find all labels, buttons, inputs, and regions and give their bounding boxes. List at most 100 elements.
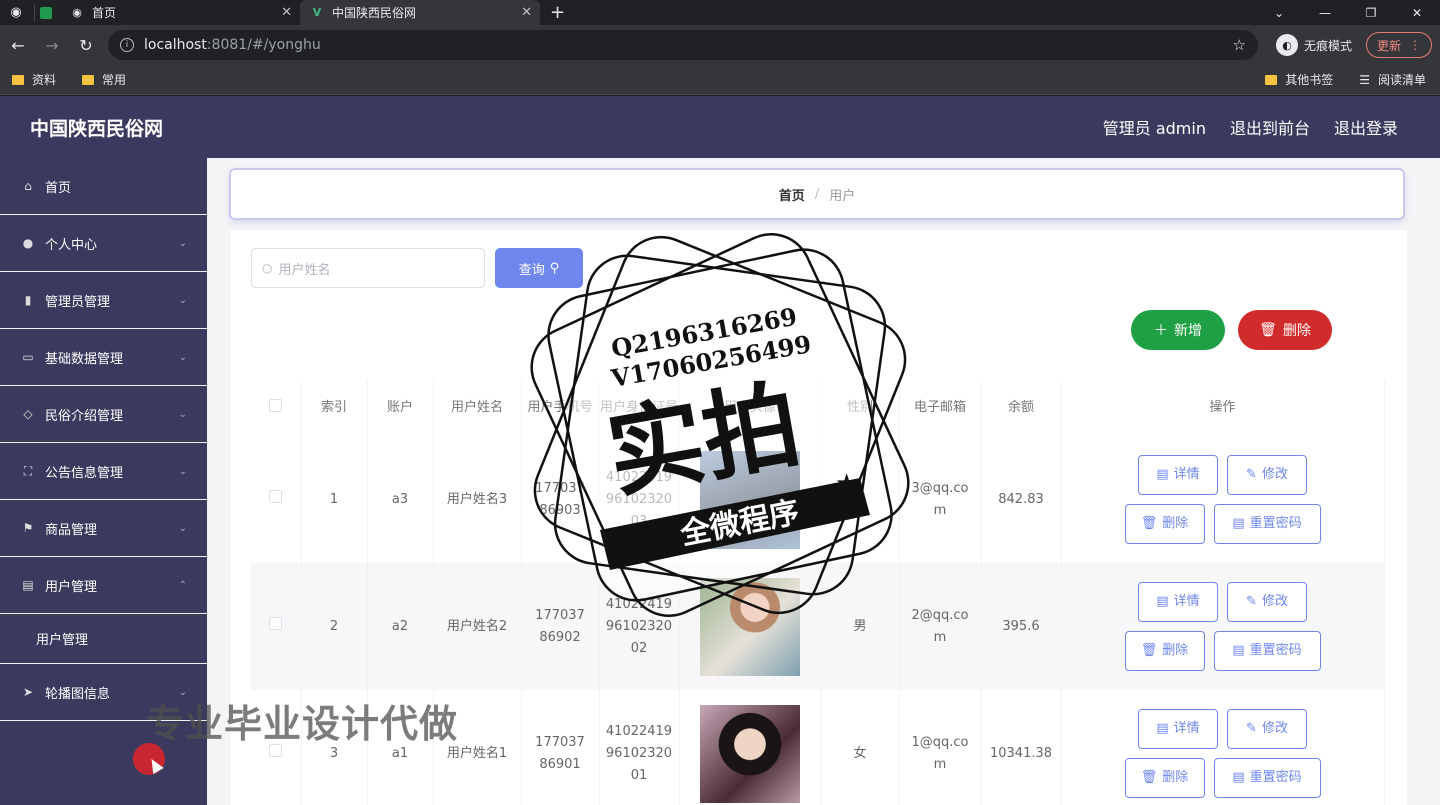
sidebar-item-carousel[interactable]: ➤ 轮播图信息 ⌄ bbox=[0, 664, 207, 721]
globe-icon[interactable]: ◉ bbox=[6, 3, 26, 23]
sidebar-item-users[interactable]: ▤ 用户管理 ⌃ bbox=[0, 557, 207, 614]
row-checkbox[interactable] bbox=[251, 436, 302, 563]
user-table: 索引 账户 用户姓名 用户手机号 用户身份证号 用户头像 性别 电子邮箱 余额 … bbox=[251, 380, 1385, 805]
document-icon: ▤ bbox=[1232, 770, 1245, 785]
sheets-icon bbox=[39, 6, 52, 19]
sidebar-item-notices[interactable]: ⛶ 公告信息管理 ⌄ bbox=[0, 443, 207, 500]
reset-label: 重置密码 bbox=[1249, 770, 1302, 785]
back-to-front-link[interactable]: 退出到前台 bbox=[1230, 115, 1310, 139]
cell-account: a1 bbox=[367, 690, 434, 805]
sidebar-item-label: 公告信息管理 bbox=[45, 465, 124, 481]
sidebar-item-home[interactable]: ⌂ 首页 bbox=[0, 158, 207, 215]
tab-title: 首页 bbox=[92, 6, 117, 20]
column-header: 账户 bbox=[367, 380, 434, 436]
edit-button[interactable]: ✎ 修改 bbox=[1227, 582, 1307, 622]
sidebar-item-goods[interactable]: ⚑ 商品管理 ⌄ bbox=[0, 500, 207, 557]
row-delete-button[interactable]: 🗑 删除 bbox=[1124, 631, 1205, 671]
bookmark-folder-other[interactable]: 其他书签 bbox=[1265, 71, 1333, 88]
row-checkbox[interactable] bbox=[251, 690, 302, 805]
app-title: 中国陕西民俗网 bbox=[30, 117, 164, 140]
batch-delete-button[interactable]: 🗑 删除 bbox=[1238, 310, 1332, 350]
document-icon: ▤ bbox=[1156, 467, 1169, 482]
incognito-indicator[interactable]: ◐ 无痕模式 bbox=[1276, 34, 1352, 56]
detail-button[interactable]: ▤ 详情 bbox=[1138, 582, 1218, 622]
update-button[interactable]: 更新 ⋮ bbox=[1366, 32, 1433, 58]
cell-idcard: 410224199610232002 bbox=[599, 563, 680, 690]
cell-balance: 842.83 bbox=[981, 436, 1062, 563]
cell-idcard: 410224199610232001 bbox=[599, 690, 680, 805]
edit-button[interactable]: ✎ 修改 bbox=[1227, 455, 1307, 495]
chevron-down-icon: ⌄ bbox=[178, 465, 187, 477]
chevron-down-icon[interactable]: ⌄ bbox=[1256, 0, 1302, 25]
detail-button[interactable]: ▤ 详情 bbox=[1138, 709, 1218, 749]
column-header: 用户姓名 bbox=[433, 380, 522, 436]
info-icon[interactable]: i bbox=[120, 38, 134, 52]
column-header: 用户头像 bbox=[679, 380, 822, 436]
cell-index: 2 bbox=[301, 563, 368, 690]
column-header: 用户手机号 bbox=[521, 380, 600, 436]
query-button[interactable]: 查询 ⚲ bbox=[495, 248, 583, 288]
sidebar-item-folk-intro[interactable]: ◇ 民俗介绍管理 ⌄ bbox=[0, 386, 207, 443]
breadcrumb-separator: / bbox=[814, 186, 820, 202]
column-header: 余额 bbox=[981, 380, 1062, 436]
detail-button[interactable]: ▤ 详情 bbox=[1138, 455, 1218, 495]
chevron-down-icon: ⌄ bbox=[178, 294, 187, 306]
chevron-up-icon: ⌃ bbox=[178, 579, 187, 591]
avatar bbox=[700, 450, 800, 549]
row-checkbox[interactable] bbox=[251, 563, 302, 690]
select-all-checkbox[interactable] bbox=[251, 380, 302, 436]
trash-icon: 🗑 bbox=[1259, 322, 1277, 338]
column-header: 操作 bbox=[1061, 380, 1385, 436]
close-icon[interactable]: ✕ bbox=[281, 5, 292, 20]
row-delete-button[interactable]: 🗑 删除 bbox=[1124, 504, 1205, 544]
bookmark-folder[interactable]: 常用 bbox=[82, 71, 126, 88]
bookmark-folder[interactable]: 资料 bbox=[12, 71, 56, 88]
star-icon[interactable]: ☆ bbox=[1233, 36, 1246, 54]
back-button[interactable]: ← bbox=[2, 36, 34, 55]
cell-balance: 10341.38 bbox=[981, 690, 1062, 805]
forward-button[interactable]: → bbox=[36, 36, 68, 55]
incognito-icon: ◐ bbox=[1276, 34, 1298, 56]
sidebar-item-label: 基础数据管理 bbox=[45, 351, 124, 367]
sidebar-item-admins[interactable]: ▮ 管理员管理 ⌄ bbox=[0, 272, 207, 329]
sidebar: ⌂ 首页 ● 个人中心 ⌄ ▮ 管理员管理 ⌄ ▭ 基础数据管理 ⌄ ◇ 民俗介绍管理 ⌄ ⛶ 公告… bbox=[0, 158, 207, 805]
table-row: 1 a3 用户姓名3 17703786903 41022419961023200… bbox=[251, 436, 1385, 563]
new-tab-button[interactable]: + bbox=[550, 2, 565, 23]
chevron-down-icon: ⌄ bbox=[178, 408, 187, 420]
add-button[interactable]: ＋ 新增 bbox=[1131, 310, 1225, 350]
close-window-button[interactable]: ✕ bbox=[1394, 0, 1440, 25]
edit-label: 修改 bbox=[1261, 467, 1288, 482]
cell-avatar bbox=[679, 690, 822, 805]
cell-gender: 女 bbox=[821, 690, 900, 805]
delete-label: 删除 bbox=[1162, 516, 1189, 531]
column-header: 索引 bbox=[301, 380, 368, 436]
reset-password-button[interactable]: ▤ 重置密码 bbox=[1213, 758, 1321, 798]
reading-list[interactable]: ☰ 阅读清单 bbox=[1359, 71, 1426, 88]
url-input[interactable]: i localhost:8081/#/yonghu ☆ bbox=[108, 30, 1258, 60]
reset-password-button[interactable]: ▤ 重置密码 bbox=[1213, 631, 1321, 671]
minimize-button[interactable]: — bbox=[1302, 0, 1348, 25]
browser-tab-active[interactable]: V 中国陕西民俗网 ✕ bbox=[300, 0, 540, 25]
edit-button[interactable]: ✎ 修改 bbox=[1227, 709, 1307, 749]
cell-gender: 男 bbox=[821, 563, 900, 690]
breadcrumb-home[interactable]: 首页 bbox=[779, 185, 805, 204]
send-icon: ➤ bbox=[22, 685, 34, 699]
browser-tab-home[interactable]: ◉ 首页 ✕ bbox=[60, 0, 300, 25]
reload-button[interactable]: ↻ bbox=[70, 36, 102, 55]
column-header: 电子邮箱 bbox=[899, 380, 982, 436]
reset-password-button[interactable]: ▤ 重置密码 bbox=[1213, 504, 1321, 544]
search-input[interactable]: ○ 用户姓名 bbox=[251, 248, 485, 288]
sidebar-subitem-user-manage[interactable]: 用户管理 bbox=[0, 614, 207, 664]
sidebar-item-basic-data[interactable]: ▭ 基础数据管理 ⌄ bbox=[0, 329, 207, 386]
breadcrumb-current: 用户 bbox=[829, 188, 856, 204]
pinned-tab-sheets[interactable] bbox=[34, 3, 56, 22]
row-delete-button[interactable]: 🗑 删除 bbox=[1124, 758, 1205, 798]
main-content: 首页 / 用户 ○ 用户姓名 查询 ⚲ ＋ 新增 🗑 删除 索引 账户 用户姓名… bbox=[207, 158, 1440, 805]
close-icon[interactable]: ✕ bbox=[521, 5, 532, 20]
trash-icon: 🗑 bbox=[1140, 770, 1158, 785]
card-icon: ▭ bbox=[22, 350, 34, 364]
document-icon: ▤ bbox=[1232, 643, 1245, 658]
maximize-button[interactable]: ❐ bbox=[1348, 0, 1394, 25]
logout-link[interactable]: 退出登录 bbox=[1334, 115, 1398, 139]
sidebar-item-profile[interactable]: ● 个人中心 ⌄ bbox=[0, 215, 207, 272]
